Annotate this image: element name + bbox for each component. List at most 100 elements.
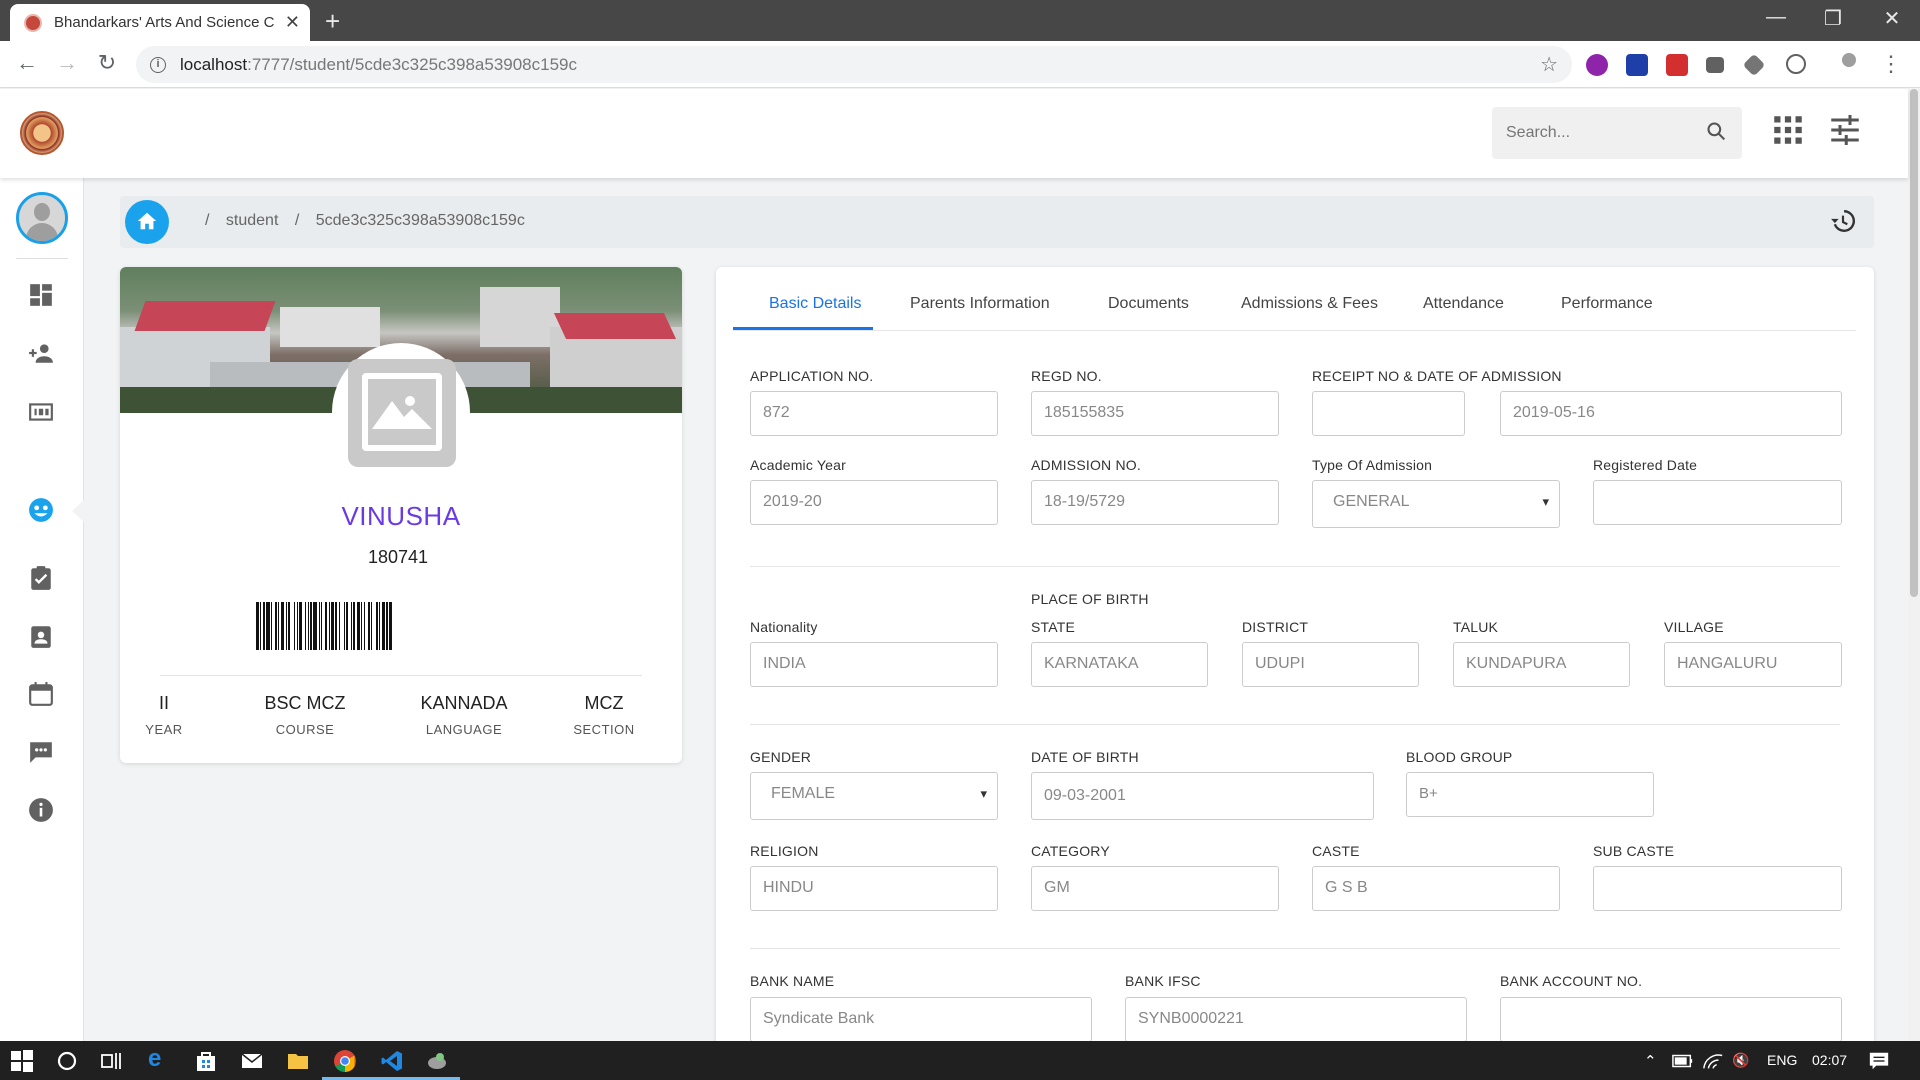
bank-account-field[interactable] — [1500, 997, 1842, 1042]
assignment-ind-icon[interactable] — [28, 623, 54, 649]
edge-icon[interactable]: e — [148, 1047, 172, 1072]
volume-muted-icon[interactable]: 🔇 — [1732, 1052, 1749, 1069]
barcode-bar — [329, 602, 330, 650]
blood-group-label: BLOOD GROUP — [1406, 749, 1513, 765]
page-scrollbar[interactable] — [1908, 89, 1920, 1041]
windows-start-icon[interactable] — [10, 1049, 34, 1073]
store-icon[interactable] — [194, 1049, 218, 1073]
tab-documents[interactable]: Documents — [1108, 295, 1189, 313]
breadcrumb-separator: / — [205, 212, 210, 229]
type-of-admission-select[interactable]: GENERAL — [1312, 480, 1560, 528]
extension-icon[interactable] — [1786, 54, 1806, 74]
tray-chevron-icon[interactable]: ⌃ — [1644, 1052, 1657, 1070]
search-input[interactable] — [1492, 107, 1692, 159]
drive-icon[interactable] — [1742, 53, 1766, 77]
admission-no-field[interactable]: 18-19/5729 — [1031, 480, 1279, 525]
browser-tab[interactable]: Bhandarkars' Arts And Science C ✕ — [10, 4, 310, 41]
close-window-button[interactable]: ✕ — [1872, 6, 1912, 31]
chrome-icon[interactable] — [333, 1049, 357, 1073]
group-add-icon[interactable] — [28, 340, 54, 366]
mail-icon[interactable] — [240, 1049, 264, 1073]
tab-attendance[interactable]: Attendance — [1423, 295, 1504, 313]
district-field[interactable]: UDUPI — [1242, 642, 1419, 687]
back-icon[interactable]: ← — [12, 50, 42, 76]
tab-close-icon[interactable]: ✕ — [285, 12, 300, 33]
action-center-icon[interactable] — [1868, 1050, 1890, 1072]
academic-year-field[interactable]: 2019-20 — [750, 480, 998, 525]
nationality-field[interactable]: INDIA — [750, 642, 998, 687]
restore-button[interactable]: ❐ — [1813, 6, 1853, 31]
extension-icon[interactable] — [1626, 54, 1648, 76]
vscode-icon[interactable] — [380, 1049, 404, 1073]
tab-admissions-fees[interactable]: Admissions & Fees — [1241, 295, 1378, 313]
home-button[interactable] — [125, 200, 169, 244]
gender-label: GENDER — [750, 749, 812, 765]
college-logo[interactable] — [20, 111, 64, 155]
tab-performance[interactable]: Performance — [1561, 295, 1653, 313]
file-explorer-icon[interactable] — [286, 1049, 310, 1073]
app-icon[interactable] — [425, 1049, 449, 1073]
blood-group-field[interactable]: B+ — [1406, 772, 1654, 817]
bank-ifsc-field[interactable]: SYNB0000221 — [1125, 997, 1467, 1042]
site-info-icon[interactable]: i — [150, 56, 166, 73]
user-avatar[interactable] — [16, 192, 68, 244]
breadcrumb-item-student[interactable]: student — [226, 212, 278, 229]
minimize-button[interactable]: — — [1756, 6, 1796, 29]
info-icon[interactable] — [28, 797, 54, 823]
sub-caste-field[interactable] — [1593, 866, 1842, 911]
receipt-no-field[interactable] — [1312, 391, 1465, 436]
tab-basic-details[interactable]: Basic Details — [769, 295, 861, 313]
history-icon[interactable] — [1830, 208, 1856, 234]
extension-icon[interactable] — [1706, 57, 1724, 73]
admission-date-field[interactable]: 2019-05-16 — [1500, 391, 1842, 436]
student-face-icon[interactable] — [28, 497, 54, 523]
regd-no-field[interactable]: 185155835 — [1031, 391, 1279, 436]
chat-icon[interactable] — [28, 739, 54, 765]
apps-grid-icon[interactable] — [1773, 115, 1803, 145]
state-field[interactable]: KARNATAKA — [1031, 642, 1208, 687]
stat-value: KANNADA — [420, 693, 508, 713]
extension-icon[interactable] — [1586, 54, 1608, 76]
profile-divider — [160, 675, 642, 676]
tune-settings-icon[interactable] — [1830, 115, 1860, 145]
registered-date-field[interactable] — [1593, 480, 1842, 525]
task-view-icon[interactable] — [99, 1049, 123, 1073]
search-icon[interactable] — [1706, 121, 1726, 141]
cortana-search-icon[interactable] — [55, 1049, 79, 1073]
battery-icon[interactable] — [1672, 1051, 1694, 1071]
dashboard-icon[interactable] — [28, 282, 54, 308]
bank-name-field[interactable]: Syndicate Bank — [750, 997, 1092, 1042]
bookmark-star-icon[interactable]: ☆ — [1540, 52, 1558, 77]
village-field[interactable]: HANGALURU — [1664, 642, 1842, 687]
category-field[interactable]: GM — [1031, 866, 1279, 911]
tab-parents-information[interactable]: Parents Information — [910, 295, 1050, 313]
language-indicator[interactable]: ENG — [1767, 1052, 1797, 1068]
image-placeholder-icon — [348, 359, 456, 467]
forward-icon[interactable]: → — [52, 50, 82, 76]
clock[interactable]: 02:07 — [1812, 1052, 1847, 1068]
calendar-icon[interactable] — [28, 681, 54, 707]
wifi-icon[interactable] — [1702, 1051, 1724, 1071]
student-photo[interactable] — [332, 343, 470, 481]
application-no-field[interactable]: 872 — [750, 391, 998, 436]
taluk-field[interactable]: KUNDAPURA — [1453, 642, 1630, 687]
reload-icon[interactable]: ↻ — [92, 50, 122, 76]
assignment-check-icon[interactable] — [28, 565, 54, 591]
url-field[interactable]: i localhost:7777/student/5cde3c325c398a5… — [136, 46, 1572, 83]
religion-label: RELIGION — [750, 843, 819, 859]
gender-select[interactable]: FEMALE — [750, 772, 998, 820]
windows-taskbar: e ⌃ 🔇 ENG 02:07 — [0, 1041, 1920, 1080]
taluk-label: TALUK — [1453, 619, 1499, 635]
caste-field[interactable]: G S B — [1312, 866, 1560, 911]
breadcrumb-item-id: 5cde3c325c398a53908c159c — [315, 212, 525, 229]
stat-label: COURSE — [275, 722, 335, 737]
religion-field[interactable]: HINDU — [750, 866, 998, 911]
extension-icon[interactable] — [1666, 54, 1688, 76]
dob-field[interactable]: 09-03-2001 — [1031, 772, 1374, 820]
chrome-menu-icon[interactable]: ⋮ — [1880, 51, 1902, 77]
scoreboard-icon[interactable] — [28, 399, 54, 425]
new-tab-button[interactable]: + — [325, 6, 340, 37]
scrollbar-thumb[interactable] — [1910, 89, 1918, 597]
profile-icon[interactable] — [1842, 53, 1856, 67]
url-path: :7777/student/5cde3c325c398a53908c159c — [247, 54, 577, 74]
